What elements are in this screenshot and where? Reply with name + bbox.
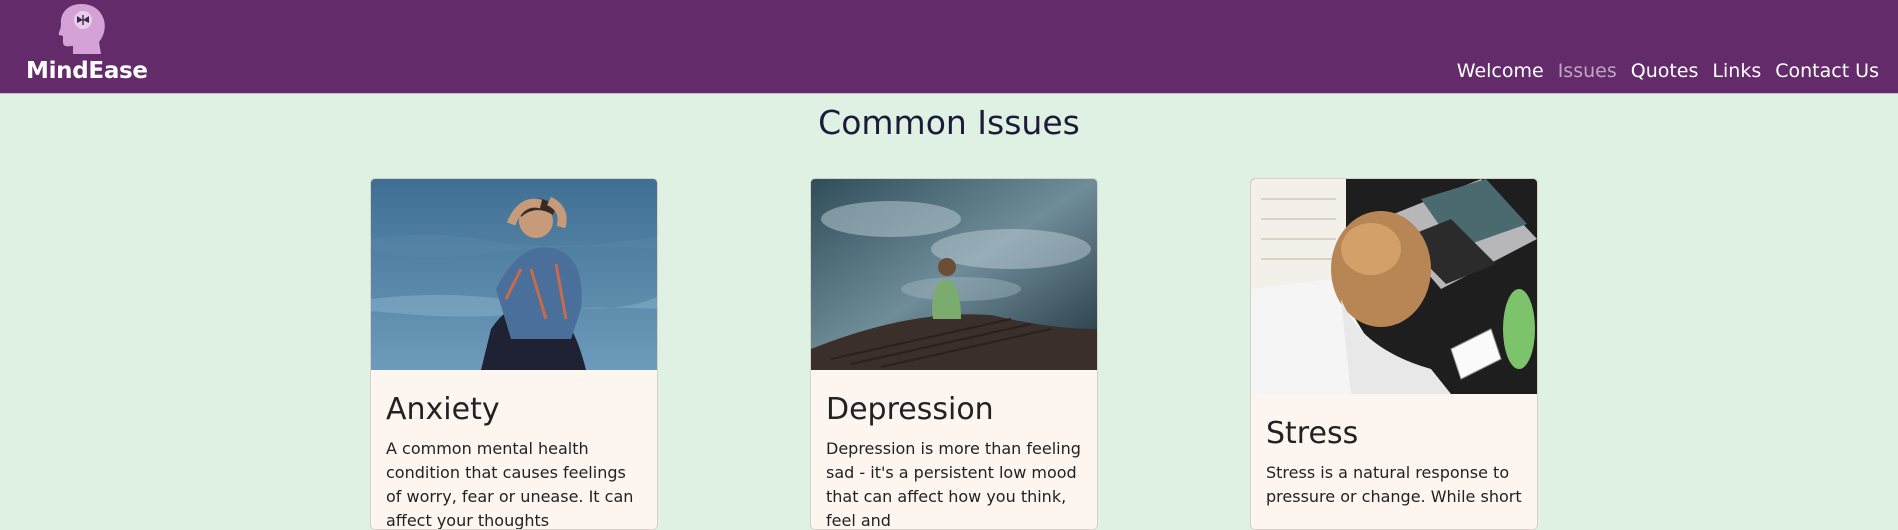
card-text: Stress is a natural response to pressure…: [1266, 463, 1522, 506]
head-with-butterfly-icon: [58, 4, 105, 54]
page-title: Common Issues: [818, 103, 1080, 142]
navbar: MindEase Welcome Issues Quotes Links Con…: [0, 0, 1898, 94]
brand-name: MindEase: [26, 58, 148, 84]
card-stress: Stress Stress is a natural response to p…: [1250, 178, 1538, 530]
card-text: Depression is more than feeling sad - it…: [826, 439, 1081, 530]
card-anxiety: Anxiety A common mental health condition…: [370, 178, 658, 530]
depression-image: [811, 179, 1097, 370]
nav-links-item[interactable]: Links: [1705, 58, 1768, 88]
brand-link[interactable]: MindEase: [26, 2, 148, 84]
nav-links: Welcome Issues Quotes Links Contact Us: [1450, 58, 1886, 88]
anxiety-image: [371, 179, 657, 370]
card-title: Stress: [1266, 416, 1359, 451]
card-title: Anxiety: [386, 392, 500, 427]
nav-contact-us[interactable]: Contact Us: [1768, 58, 1886, 88]
nav-welcome[interactable]: Welcome: [1450, 58, 1551, 88]
card-title: Depression: [826, 392, 994, 427]
card-depression: Depression Depression is more than feeli…: [810, 178, 1098, 530]
nav-quotes[interactable]: Quotes: [1624, 58, 1706, 88]
card-text: A common mental health condition that ca…: [386, 439, 634, 530]
stress-image: [1251, 179, 1537, 394]
nav-issues[interactable]: Issues: [1551, 58, 1624, 88]
